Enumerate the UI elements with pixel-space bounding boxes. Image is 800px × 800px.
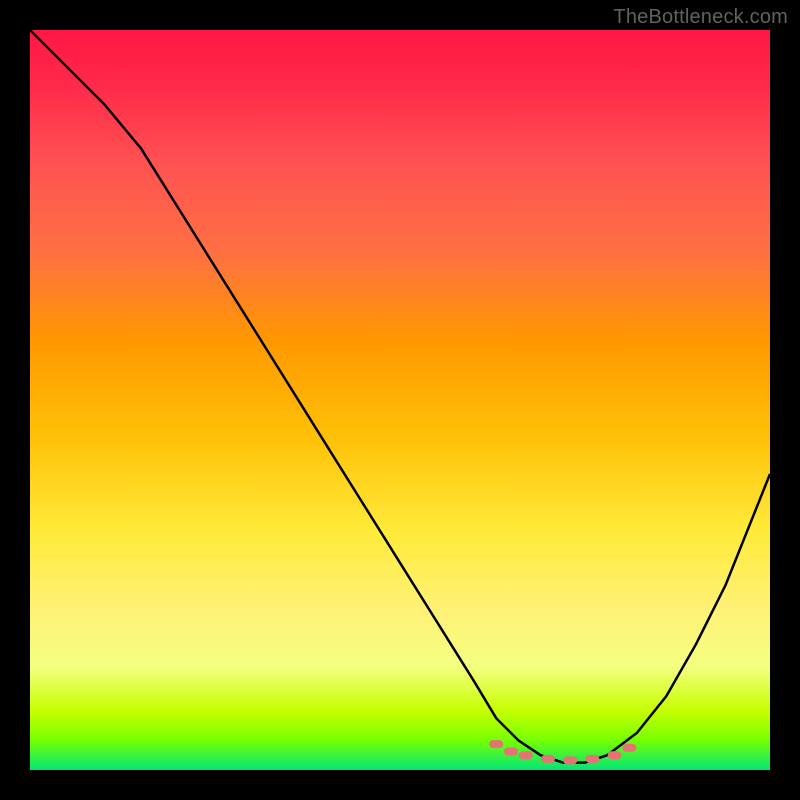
- optimal-marker: [489, 740, 503, 748]
- optimal-range-markers: [489, 740, 636, 764]
- plot-area: [30, 30, 770, 770]
- watermark-text: TheBottleneck.com: [613, 6, 788, 29]
- optimal-marker: [622, 744, 636, 752]
- optimal-marker: [504, 748, 518, 756]
- bottleneck-curve-path: [30, 30, 770, 763]
- optimal-marker: [519, 751, 533, 759]
- chart-frame: TheBottleneck.com: [0, 0, 800, 800]
- curve-svg: [30, 30, 770, 770]
- optimal-marker: [608, 751, 622, 759]
- optimal-marker: [585, 755, 599, 763]
- optimal-marker: [541, 755, 555, 763]
- optimal-marker: [563, 756, 577, 764]
